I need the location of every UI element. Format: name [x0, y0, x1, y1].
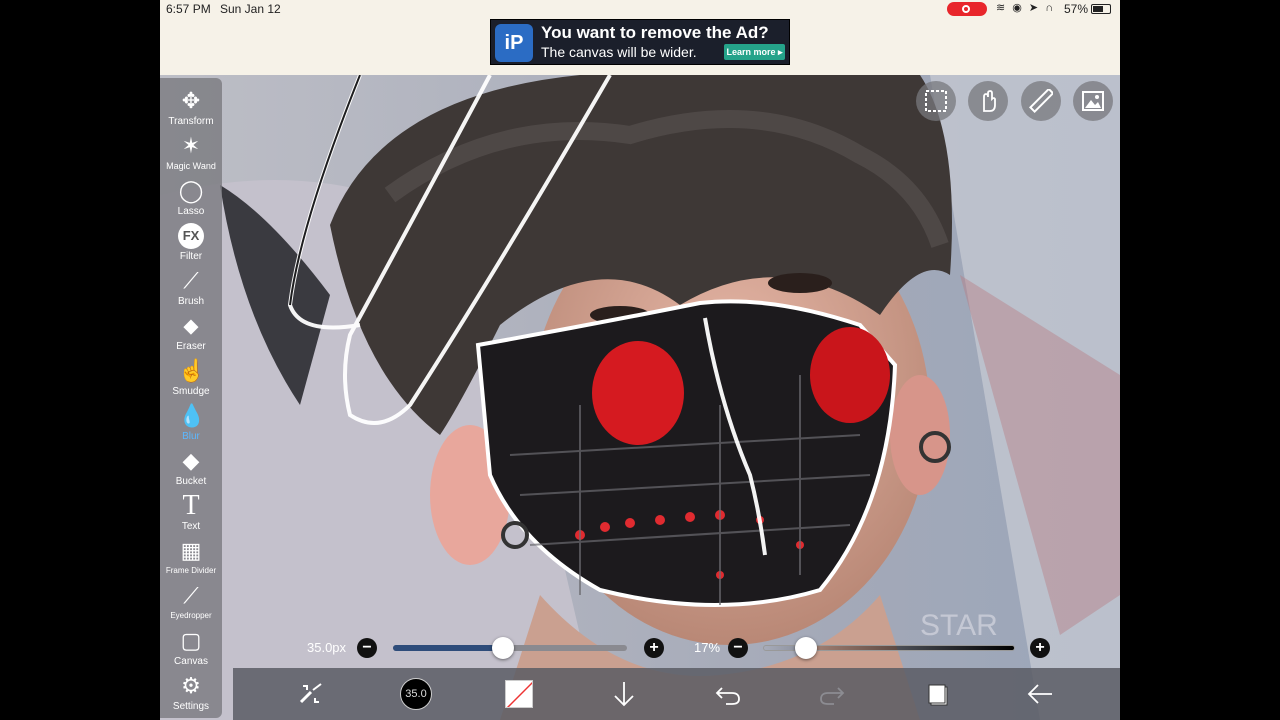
- ad-learn-more-button[interactable]: Learn more ▸: [724, 44, 785, 60]
- tool-brush[interactable]: ⟋ Brush: [160, 264, 222, 309]
- brush-size-slider-thumb[interactable]: [491, 637, 514, 659]
- arrow-down-icon: [614, 682, 634, 707]
- opacity-plus-button[interactable]: +: [1030, 638, 1050, 658]
- tool-smudge[interactable]: ☝ Smudge: [160, 354, 222, 399]
- tool-transform[interactable]: ✥ Transform: [160, 84, 222, 129]
- lasso-icon: ◯: [178, 178, 204, 203]
- undo-icon: [715, 687, 740, 705]
- brush-size-value: 35.0px: [307, 640, 347, 655]
- brush-icon: ⟋: [183, 268, 199, 293]
- gear-icon: ⚙: [181, 673, 201, 698]
- move-arrows-icon: ✥: [181, 88, 201, 113]
- shirt-print-text: STAR: [920, 609, 998, 642]
- frame-divider-icon: ▦: [180, 538, 202, 563]
- tool-blur[interactable]: 💧 Blur: [160, 399, 222, 444]
- ad-banner[interactable]: iP You want to remove the Ad? The canvas…: [490, 19, 790, 65]
- eraser-icon: ⬥: [183, 313, 199, 338]
- ad-bar: iP You want to remove the Ad? The canvas…: [160, 18, 1120, 75]
- back-button[interactable]: [1014, 668, 1064, 720]
- arrow-left-icon: [1027, 684, 1052, 704]
- layers-icon: [928, 684, 948, 706]
- ibis-paint-logo-icon: iP: [495, 24, 533, 62]
- text-icon: T: [182, 490, 200, 521]
- tool-eraser[interactable]: ⬥ Eraser: [160, 309, 222, 354]
- redo-icon: [820, 687, 845, 705]
- material-button[interactable]: [1073, 81, 1113, 121]
- wifi-location-headphones-icons: ≋ ◉ ➤ ∩: [996, 2, 1056, 14]
- color-swatch-button[interactable]: [505, 680, 533, 708]
- opacity-value: 17%: [694, 640, 721, 655]
- canvas-icon: ▢: [180, 628, 202, 653]
- screen-recording-icon: [947, 2, 987, 16]
- download-button[interactable]: [598, 668, 648, 720]
- tool-frame-divider[interactable]: ▦ Frame Divider: [160, 534, 222, 579]
- redo-button[interactable]: [806, 668, 856, 720]
- layers-button[interactable]: 5: [910, 668, 960, 720]
- battery-icon: [1091, 4, 1111, 14]
- ad-subline: The canvas will be wider.: [541, 44, 697, 60]
- opacity-slider-thumb[interactable]: [794, 637, 817, 659]
- canvas-artwork: STAR: [160, 75, 1120, 720]
- smudge-icon: ☝: [178, 358, 206, 383]
- brush-size-minus-button[interactable]: −: [357, 638, 377, 658]
- stabilizer-button[interactable]: [968, 81, 1008, 121]
- status-date: Sun Jan 12: [220, 2, 281, 16]
- bottom-toolbar: 35.0 5: [233, 668, 1120, 720]
- status-time: 6:57 PM: [166, 2, 211, 16]
- ruler-icon: [1029, 89, 1053, 113]
- blur-drop-icon: 💧: [178, 403, 206, 428]
- tool-lasso[interactable]: ◯ Lasso: [160, 174, 222, 219]
- ruler-button[interactable]: [1021, 81, 1061, 121]
- tool-canvas[interactable]: ▢ Canvas: [160, 624, 222, 669]
- tool-bucket[interactable]: ◆ Bucket: [160, 444, 222, 489]
- fx-icon: FX: [178, 223, 204, 249]
- brush-preview-button[interactable]: 35.0: [400, 678, 432, 710]
- bucket-icon: ◆: [182, 448, 200, 473]
- tool-magic-wand[interactable]: ✶ Magic Wand: [160, 129, 222, 174]
- brush-size-plus-button[interactable]: +: [644, 638, 664, 658]
- tool-filter[interactable]: FX Filter: [160, 219, 222, 264]
- selection-tool-button[interactable]: [916, 81, 956, 121]
- tool-eyedropper[interactable]: ⟋ Eyedropper: [160, 579, 222, 624]
- ad-headline: You want to remove the Ad?: [541, 23, 769, 42]
- status-bar: 6:57 PM Sun Jan 12 ≋ ◉ ➤ ∩ 57%: [160, 0, 1120, 18]
- ibis-paint-screen: 6:57 PM Sun Jan 12 ≋ ◉ ➤ ∩ 57% iP You wa…: [160, 0, 1120, 720]
- image-icon: [1082, 91, 1104, 111]
- transparent-color-icon: [506, 681, 532, 707]
- tool-text[interactable]: T Text: [160, 489, 222, 534]
- brush-preview-size: 35.0: [405, 688, 427, 700]
- brush-eraser-swap-icon: [299, 683, 322, 704]
- undo-button[interactable]: [702, 668, 752, 720]
- eyedropper-icon: ⟋: [183, 583, 199, 608]
- drawing-canvas[interactable]: STAR: [160, 75, 1120, 720]
- dashed-selection-icon: [925, 90, 947, 112]
- opacity-minus-button[interactable]: −: [728, 638, 748, 658]
- tool-settings[interactable]: ⚙ Settings: [160, 669, 222, 714]
- magic-wand-icon: ✶: [181, 133, 201, 158]
- hand-icon: [983, 90, 996, 112]
- tool-palette: ✥ Transform ✶ Magic Wand ◯ Lasso FX Filt…: [160, 78, 222, 718]
- battery-percentage: 57%: [1064, 2, 1089, 16]
- swap-tools-button[interactable]: [285, 668, 335, 720]
